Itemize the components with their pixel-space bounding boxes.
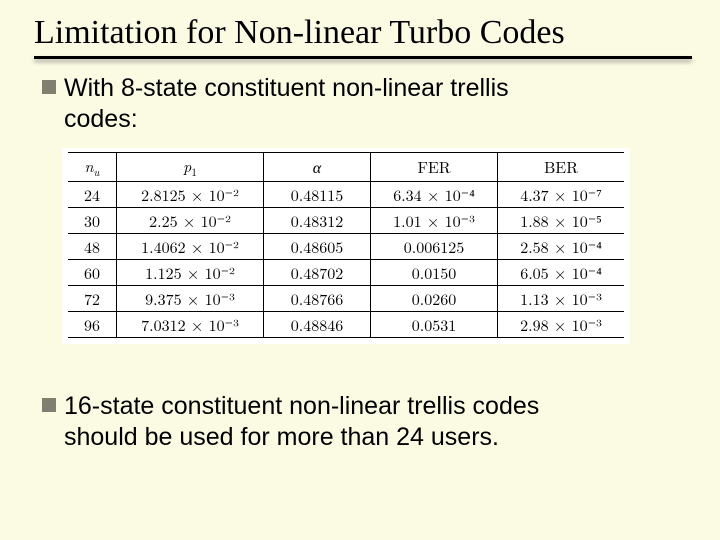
- th-fer: FER: [371, 152, 498, 181]
- cell-p1: 9.375 × 10⁻³: [117, 285, 264, 311]
- bullet-2-line-2: should be used for more than 24 users.: [64, 423, 499, 451]
- cell-nu: 72: [68, 285, 117, 311]
- cell-alpha: 0.48846: [264, 311, 371, 337]
- cell-ber: 2.58 × 10⁻⁴: [498, 233, 625, 259]
- table-row: 24 2.8125 × 10⁻² 0.48115 6.34 × 10⁻⁴ 4.3…: [68, 181, 624, 207]
- cell-nu: 96: [68, 311, 117, 337]
- cell-ber: 1.88 × 10⁻⁵: [498, 207, 625, 233]
- cell-ber: 1.13 × 10⁻³: [498, 285, 625, 311]
- cell-fer: 0.0531: [371, 311, 498, 337]
- cell-p1: 1.125 × 10⁻²: [117, 259, 264, 285]
- bullet-1-text: With 8-state constituent non-linear trel…: [64, 73, 509, 136]
- th-ber: BER: [498, 152, 625, 181]
- cell-alpha: 0.48312: [264, 207, 371, 233]
- table-header-row: nu p1 α FER BER: [68, 152, 624, 181]
- table-row: 30 2.25 × 10⁻² 0.48312 1.01 × 10⁻³ 1.88 …: [68, 207, 624, 233]
- cell-fer: 1.01 × 10⁻³: [371, 207, 498, 233]
- bullet-1: With 8-state constituent non-linear trel…: [42, 73, 678, 136]
- slide-title: Limitation for Non-linear Turbo Codes: [0, 0, 720, 56]
- bullet-2: 16-state constituent non-linear trellis …: [42, 391, 678, 454]
- slide-content: With 8-state constituent non-linear trel…: [0, 59, 720, 453]
- th-nu: nu: [68, 152, 117, 181]
- table-row: 96 7.0312 × 10⁻³ 0.48846 0.0531 2.98 × 1…: [68, 311, 624, 337]
- cell-nu: 24: [68, 181, 117, 207]
- cell-ber: 4.37 × 10⁻⁷: [498, 181, 625, 207]
- table-row: 60 1.125 × 10⁻² 0.48702 0.0150 6.05 × 10…: [68, 259, 624, 285]
- cell-p1: 1.4062 × 10⁻²: [117, 233, 264, 259]
- cell-fer: 6.34 × 10⁻⁴: [371, 181, 498, 207]
- cell-p1: 2.25 × 10⁻²: [117, 207, 264, 233]
- bullet-2-line-1: 16-state constituent non-linear trellis …: [64, 392, 539, 420]
- data-table-wrap: nu p1 α FER BER 24 2.8125 × 10⁻² 0.48115…: [62, 148, 630, 344]
- cell-fer: 0.0150: [371, 259, 498, 285]
- table-body: 24 2.8125 × 10⁻² 0.48115 6.34 × 10⁻⁴ 4.3…: [68, 181, 624, 337]
- bullet-2-text: 16-state constituent non-linear trellis …: [64, 391, 539, 454]
- table-row: 72 9.375 × 10⁻³ 0.48766 0.0260 1.13 × 10…: [68, 285, 624, 311]
- bullet-icon: [42, 398, 56, 412]
- cell-alpha: 0.48115: [264, 181, 371, 207]
- title-underline: [0, 56, 720, 59]
- table-row: 48 1.4062 × 10⁻² 0.48605 0.006125 2.58 ×…: [68, 233, 624, 259]
- cell-fer: 0.0260: [371, 285, 498, 311]
- data-table: nu p1 α FER BER 24 2.8125 × 10⁻² 0.48115…: [68, 152, 624, 338]
- cell-nu: 60: [68, 259, 117, 285]
- bullet-1-line-2: codes:: [64, 105, 138, 133]
- cell-nu: 30: [68, 207, 117, 233]
- cell-fer: 0.006125: [371, 233, 498, 259]
- cell-nu: 48: [68, 233, 117, 259]
- cell-alpha: 0.48605: [264, 233, 371, 259]
- cell-p1: 7.0312 × 10⁻³: [117, 311, 264, 337]
- cell-ber: 2.98 × 10⁻³: [498, 311, 625, 337]
- cell-alpha: 0.48766: [264, 285, 371, 311]
- cell-p1: 2.8125 × 10⁻²: [117, 181, 264, 207]
- th-p1: p1: [117, 152, 264, 181]
- th-alpha: α: [264, 152, 371, 181]
- bullet-1-line-1: With 8-state constituent non-linear trel…: [64, 74, 509, 102]
- bullet-icon: [42, 80, 56, 94]
- slide: Limitation for Non-linear Turbo Codes Wi…: [0, 0, 720, 540]
- cell-alpha: 0.48702: [264, 259, 371, 285]
- cell-ber: 6.05 × 10⁻⁴: [498, 259, 625, 285]
